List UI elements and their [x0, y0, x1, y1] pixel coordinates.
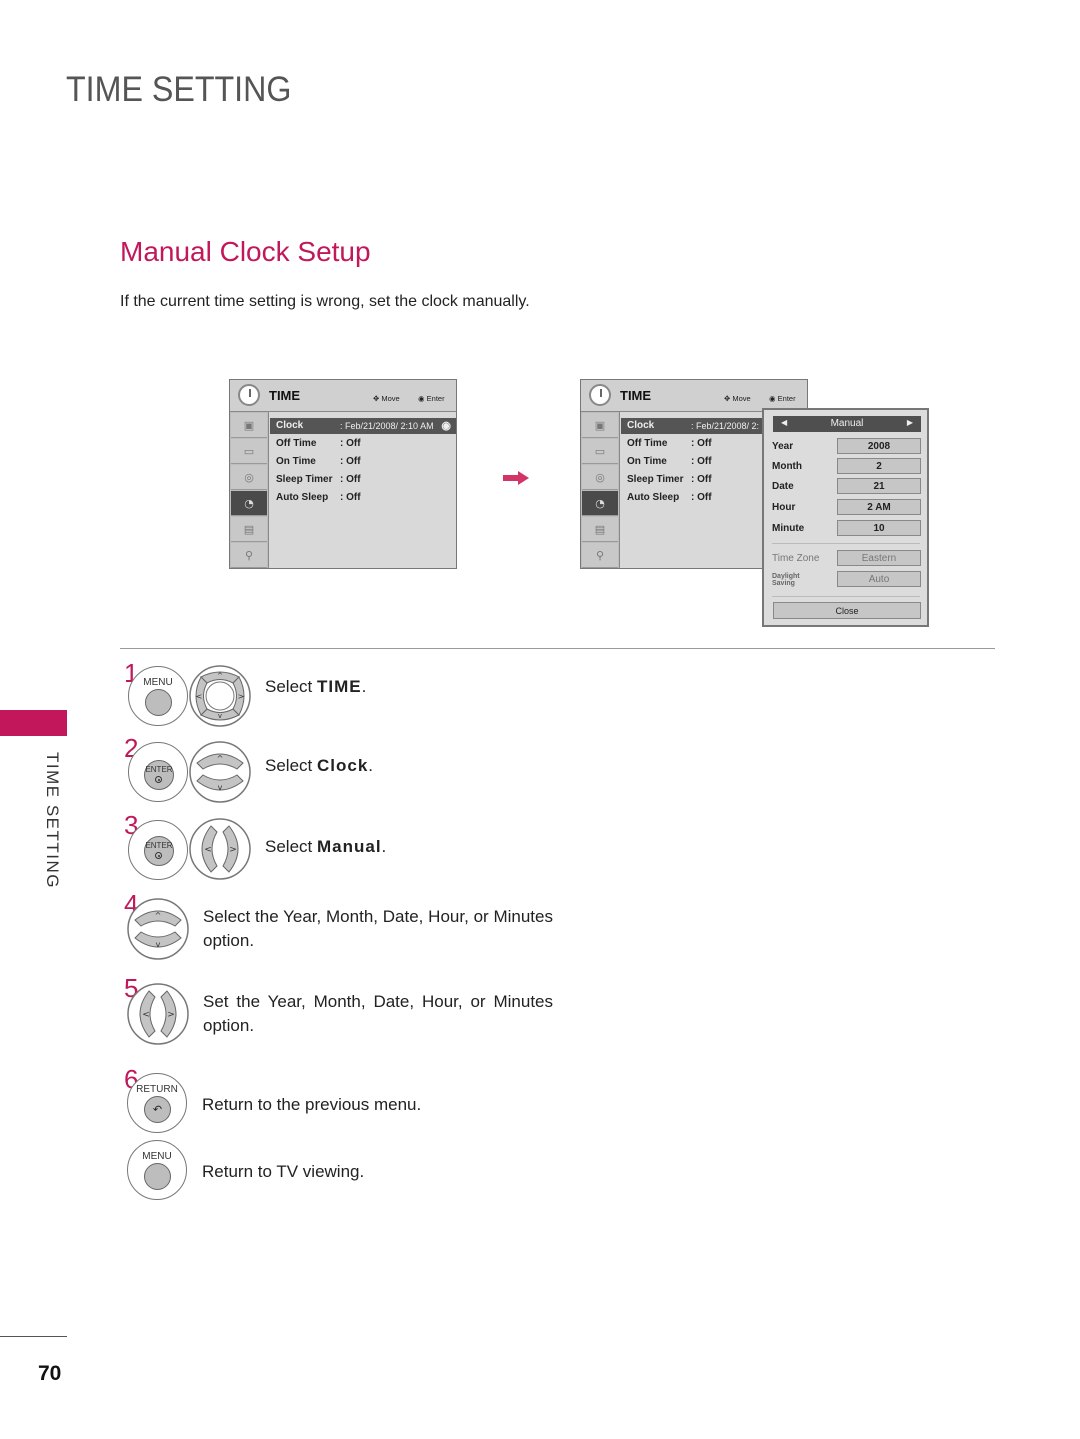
enter-dot-icon: [155, 776, 162, 783]
field-time-zone[interactable]: Time Zone Eastern: [772, 550, 924, 568]
svg-text:v: v: [218, 712, 222, 720]
step-2-text: Select Clock.: [265, 756, 374, 775]
move-arrows-icon: ✥: [373, 394, 380, 403]
lock-icon[interactable]: ⚲: [231, 543, 267, 568]
nav-pad-icon: ^ v < >: [189, 665, 251, 727]
enter-icon: ◉: [418, 394, 425, 403]
return-button: RETURN ↶: [127, 1073, 187, 1133]
step-6-text: Return to the previous menu.: [202, 1095, 422, 1114]
chapter-tab-marker: [0, 710, 67, 736]
svg-text:<: <: [196, 692, 203, 701]
svg-text:>: >: [167, 1010, 175, 1020]
svg-text:v: v: [218, 783, 223, 792]
section-title: Manual Clock Setup: [120, 236, 371, 267]
clock-icon: [589, 384, 611, 406]
svg-text:<: <: [142, 1010, 150, 1020]
chapter-tab-label: TIME SETTING: [43, 752, 62, 889]
divider: [772, 596, 920, 597]
arrow-right-icon: [503, 471, 529, 485]
osd-header: TIME ✥ Move ◉ Enter: [230, 380, 456, 412]
picture-icon[interactable]: ▣: [231, 413, 267, 438]
field-date[interactable]: Date 21: [772, 478, 924, 496]
page-number: 70: [38, 1362, 62, 1385]
step-3-text: Select Manual.: [265, 837, 387, 856]
left-right-keys-icon: < >: [127, 983, 189, 1045]
move-arrows-icon: ✥: [724, 394, 731, 403]
enter-dot-icon: [155, 852, 162, 859]
field-hour[interactable]: Hour 2 AM: [772, 499, 924, 517]
lock-icon[interactable]: ⚲: [582, 543, 618, 568]
enter-icon: ◉: [769, 394, 776, 403]
up-down-keys-icon: ^ v: [189, 741, 251, 803]
enter-hint: ◉ Enter: [418, 394, 445, 403]
svg-text:^: ^: [217, 672, 223, 680]
osd-time-menu: TIME ✥ Move ◉ Enter ▣ ▭ ◎ ◔ ▤ ⚲ Clock : …: [229, 379, 457, 569]
option-icon[interactable]: ▤: [231, 517, 267, 542]
field-year[interactable]: Year 2008: [772, 438, 924, 456]
osd-row-clock[interactable]: Clock : Feb/21/2008/ 2:10 AM ◉: [270, 418, 456, 434]
svg-text:^: ^: [217, 754, 224, 763]
time-icon[interactable]: ◔: [231, 491, 267, 516]
step-5-text: Set the Year, Month, Date, Hour, or Minu…: [203, 992, 553, 1035]
move-hint: ✥ Move: [373, 394, 400, 403]
mode-selector[interactable]: ◀ Manual ▶: [773, 416, 921, 432]
up-down-keys-icon: ^ v: [127, 898, 189, 960]
enter-hint: ◉ Enter: [769, 394, 796, 403]
return-arrow-icon: ↶: [144, 1096, 171, 1123]
osd-row-auto-sleep[interactable]: Auto Sleep : Off: [270, 490, 456, 506]
svg-text:>: >: [229, 845, 237, 855]
field-month[interactable]: Month 2: [772, 458, 924, 476]
step-7-text: Return to TV viewing.: [202, 1162, 365, 1181]
svg-text:^: ^: [155, 911, 162, 920]
audio-icon[interactable]: ◎: [582, 465, 618, 490]
close-button[interactable]: Close: [773, 602, 921, 619]
step-1-text: Select TIME.: [265, 677, 367, 696]
screen-icon[interactable]: ▭: [582, 439, 618, 464]
osd-sidebar: ▣ ▭ ◎ ◔ ▤ ⚲: [230, 412, 269, 568]
clock-icon: [238, 384, 260, 406]
footer-rule: [0, 1336, 67, 1337]
enter-button: ENTER: [128, 742, 188, 802]
page-title: TIME SETTING: [66, 70, 292, 109]
menu-button: MENU: [128, 666, 188, 726]
audio-icon[interactable]: ◎: [231, 465, 267, 490]
field-daylight-saving[interactable]: Daylight Saving Auto: [772, 571, 924, 589]
enter-button: ENTER: [128, 820, 188, 880]
menu-button: MENU: [127, 1140, 187, 1200]
osd-row-sleep-timer[interactable]: Sleep Timer : Off: [270, 472, 456, 488]
divider: [772, 543, 920, 544]
manual-clock-popup: ◀ Manual ▶ Year 2008 Month 2 Date 21 Hou…: [762, 408, 929, 627]
picture-icon[interactable]: ▣: [582, 413, 618, 438]
screen-icon[interactable]: ▭: [231, 439, 267, 464]
osd-sidebar: ▣ ▭ ◎ ◔ ▤ ⚲: [581, 412, 620, 568]
option-icon[interactable]: ▤: [582, 517, 618, 542]
section-divider: [120, 648, 995, 649]
intro-text: If the current time setting is wrong, se…: [120, 293, 530, 310]
osd-title: TIME: [620, 388, 652, 403]
step-4-text: Select the Year, Month, Date, Hour, or M…: [203, 907, 553, 950]
enter-icon: ◉: [441, 420, 451, 432]
move-hint: ✥ Move: [724, 394, 751, 403]
osd-title: TIME: [269, 388, 301, 403]
osd-row-off-time[interactable]: Off Time : Off: [270, 436, 456, 452]
arrow-right-icon[interactable]: ▶: [907, 418, 913, 427]
svg-text:v: v: [156, 940, 161, 949]
left-right-keys-icon: < >: [189, 818, 251, 880]
svg-text:>: >: [238, 692, 245, 701]
osd-row-on-time[interactable]: On Time : Off: [270, 454, 456, 470]
svg-text:<: <: [204, 845, 212, 855]
time-icon[interactable]: ◔: [582, 491, 618, 516]
field-minute[interactable]: Minute 10: [772, 520, 924, 538]
